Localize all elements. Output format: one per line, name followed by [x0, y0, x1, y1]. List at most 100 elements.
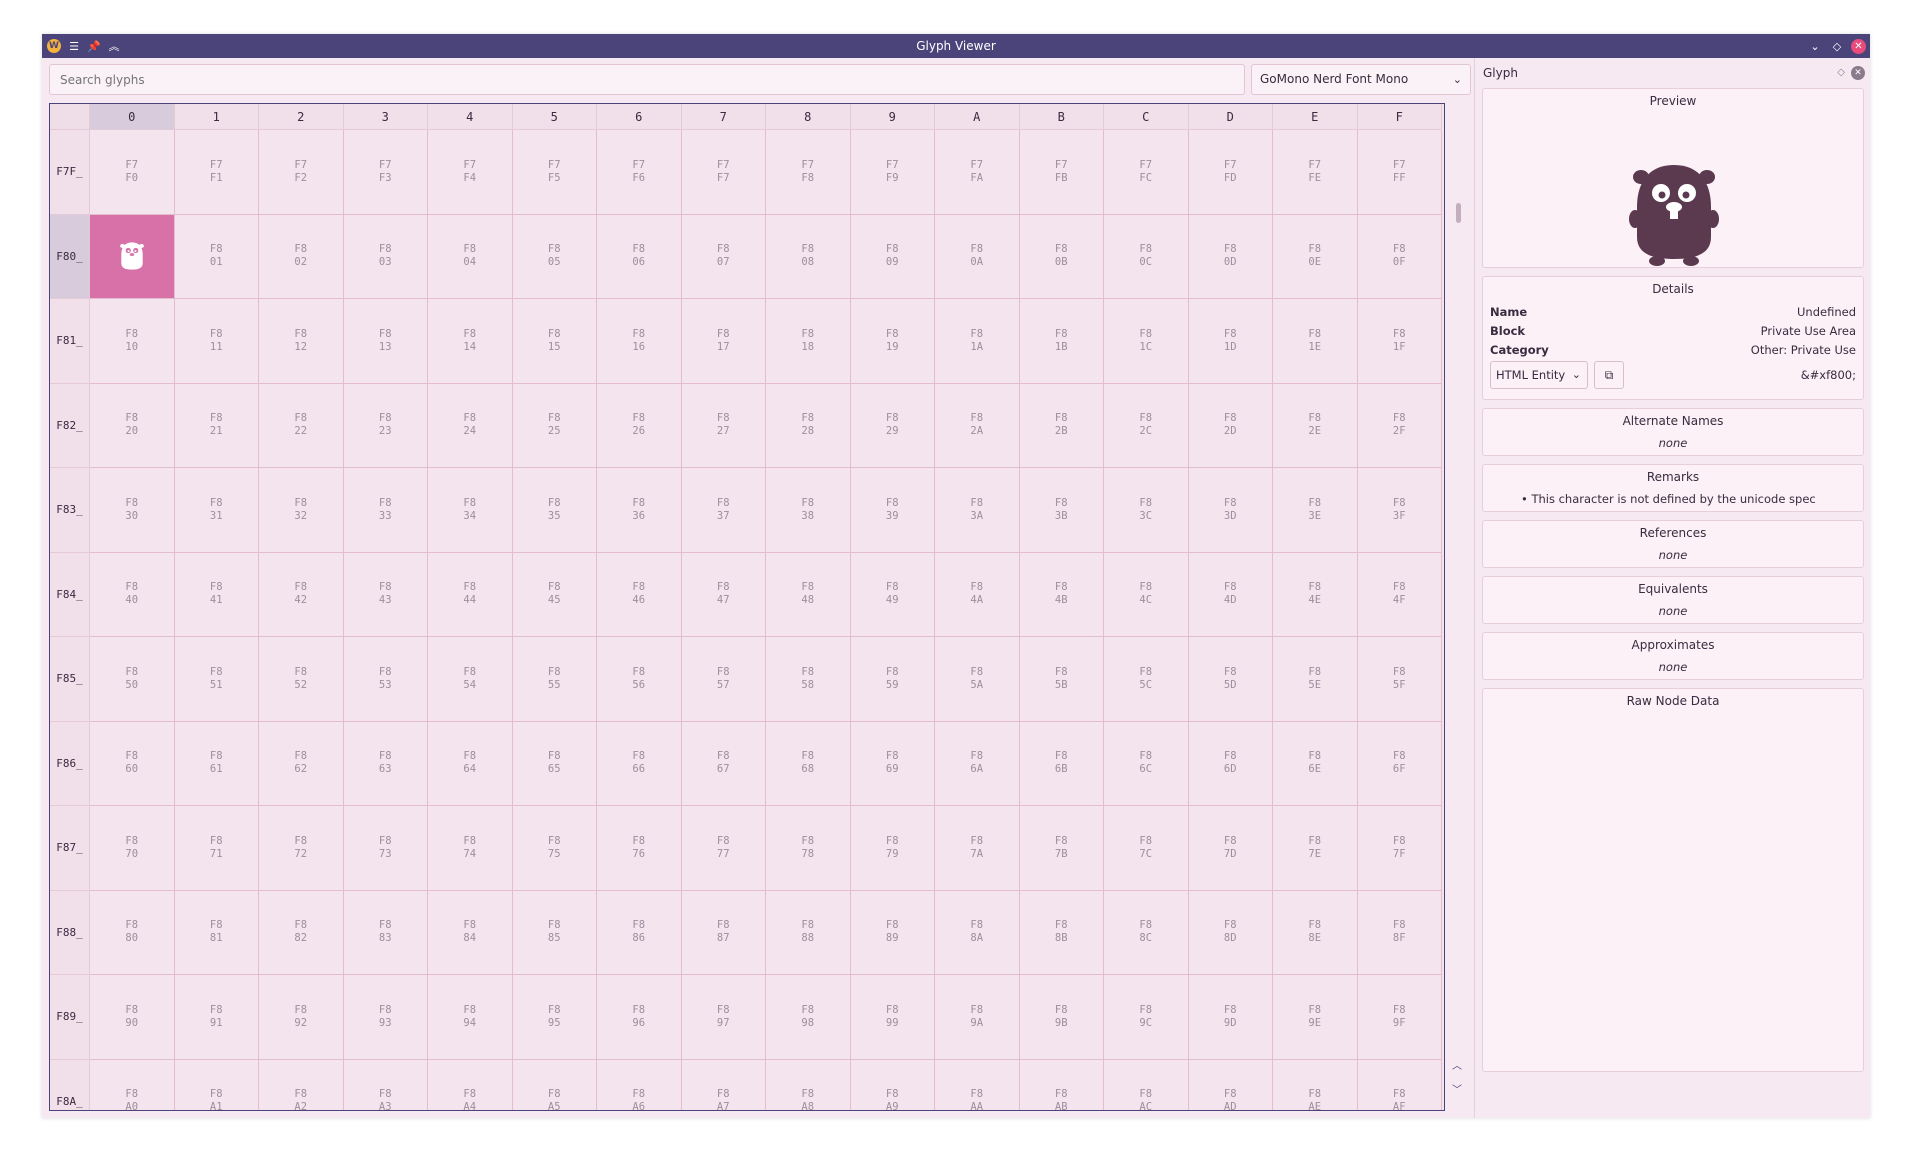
glyph-cell[interactable]: F8 78 — [766, 806, 851, 891]
glyph-cell[interactable]: F8 39 — [850, 468, 935, 553]
glyph-cell[interactable]: F8 02 — [259, 214, 344, 299]
glyph-cell[interactable]: F8 67 — [681, 721, 766, 806]
glyph-cell[interactable]: F8 42 — [259, 552, 344, 637]
glyph-cell[interactable]: F8 AB — [1019, 1059, 1104, 1110]
glyph-cell[interactable]: F8 23 — [343, 383, 428, 468]
glyph-cell[interactable]: F8 47 — [681, 552, 766, 637]
glyph-cell[interactable]: F8 1F — [1357, 299, 1442, 384]
glyph-cell[interactable]: F8 05 — [512, 214, 597, 299]
glyph-cell[interactable]: F7 F1 — [174, 130, 259, 215]
glyph-cell[interactable]: F8 A1 — [174, 1059, 259, 1110]
grid-scrollbar[interactable]: ︿ ﹀ — [1452, 103, 1464, 1111]
glyph-cell[interactable]: F8 19 — [850, 299, 935, 384]
glyph-cell[interactable]: F8 10 — [90, 299, 175, 384]
glyph-cell[interactable]: F8 22 — [259, 383, 344, 468]
glyph-cell[interactable]: F8 7A — [935, 806, 1020, 891]
glyph-cell[interactable]: F7 F3 — [343, 130, 428, 215]
glyph-cell[interactable]: F8 A4 — [428, 1059, 513, 1110]
glyph-cell[interactable]: F8 0E — [1273, 214, 1358, 299]
glyph-cell[interactable]: F8 5A — [935, 637, 1020, 722]
glyph-cell[interactable]: F8 71 — [174, 806, 259, 891]
glyph-cell[interactable]: F8 14 — [428, 299, 513, 384]
glyph-cell[interactable]: F8 40 — [90, 552, 175, 637]
glyph-cell[interactable]: F8 2D — [1188, 383, 1273, 468]
minimize-icon[interactable]: ⌄ — [1807, 38, 1823, 54]
glyph-cell[interactable]: F8 4C — [1104, 552, 1189, 637]
glyph-cell[interactable]: F8 65 — [512, 721, 597, 806]
glyph-cell[interactable]: F8 77 — [681, 806, 766, 891]
glyph-cell[interactable]: F8 25 — [512, 383, 597, 468]
glyph-cell[interactable]: F8 3D — [1188, 468, 1273, 553]
glyph-cell[interactable]: F8 A7 — [681, 1059, 766, 1110]
scrollbar-thumb[interactable] — [1456, 203, 1461, 223]
glyph-cell[interactable]: F8 9B — [1019, 975, 1104, 1060]
glyph-cell[interactable]: F8 7B — [1019, 806, 1104, 891]
glyph-cell[interactable]: F8 6A — [935, 721, 1020, 806]
glyph-cell[interactable]: F8 55 — [512, 637, 597, 722]
glyph-cell[interactable]: F7 FE — [1273, 130, 1358, 215]
glyph-cell[interactable]: F8 9D — [1188, 975, 1273, 1060]
glyph-cell[interactable]: F8 74 — [428, 806, 513, 891]
glyph-cell[interactable]: F8 8B — [1019, 890, 1104, 975]
chevron-down-icon[interactable]: ﹀ — [1452, 1081, 1462, 1096]
glyph-cell[interactable]: F8 82 — [259, 890, 344, 975]
glyph-cell[interactable]: F8 62 — [259, 721, 344, 806]
glyph-cell[interactable]: F8 81 — [174, 890, 259, 975]
glyph-cell[interactable]: F8 1E — [1273, 299, 1358, 384]
glyph-cell[interactable]: F8 0D — [1188, 214, 1273, 299]
font-select[interactable]: GoMono Nerd Font Mono ⌄ — [1251, 64, 1471, 95]
glyph-cell[interactable]: F7 F4 — [428, 130, 513, 215]
glyph-cell[interactable]: F8 69 — [850, 721, 935, 806]
glyph-cell[interactable]: F8 3C — [1104, 468, 1189, 553]
glyph-cell[interactable]: F8 3B — [1019, 468, 1104, 553]
glyph-cell[interactable]: F8 27 — [681, 383, 766, 468]
glyph-cell[interactable]: F8 28 — [766, 383, 851, 468]
glyph-cell[interactable]: F8 01 — [174, 214, 259, 299]
glyph-cell[interactable]: F8 56 — [597, 637, 682, 722]
glyph-cell[interactable]: F7 FA — [935, 130, 1020, 215]
glyph-cell[interactable]: F8 58 — [766, 637, 851, 722]
glyph-cell[interactable]: F7 FB — [1019, 130, 1104, 215]
glyph-cell[interactable]: F8 48 — [766, 552, 851, 637]
glyph-cell[interactable]: F8 36 — [597, 468, 682, 553]
glyph-cell[interactable]: F8 7D — [1188, 806, 1273, 891]
glyph-cell[interactable]: F8 4F — [1357, 552, 1442, 637]
glyph-cell[interactable]: F8 5C — [1104, 637, 1189, 722]
glyph-cell[interactable]: F8 18 — [766, 299, 851, 384]
glyph-cell[interactable]: F8 5E — [1273, 637, 1358, 722]
glyph-cell[interactable]: F8 5D — [1188, 637, 1273, 722]
glyph-cell[interactable]: F8 1B — [1019, 299, 1104, 384]
glyph-cell[interactable]: F8 54 — [428, 637, 513, 722]
glyph-cell[interactable]: F8 2E — [1273, 383, 1358, 468]
glyph-cell[interactable]: F8 2C — [1104, 383, 1189, 468]
glyph-cell[interactable]: F7 F6 — [597, 130, 682, 215]
glyph-cell[interactable]: F8 5B — [1019, 637, 1104, 722]
glyph-cell[interactable] — [90, 214, 175, 299]
glyph-cell[interactable]: F8 8E — [1273, 890, 1358, 975]
glyph-cell[interactable]: F8 A0 — [90, 1059, 175, 1110]
glyph-cell[interactable]: F8 8D — [1188, 890, 1273, 975]
glyph-cell[interactable]: F8 07 — [681, 214, 766, 299]
glyph-cell[interactable]: F8 4A — [935, 552, 1020, 637]
glyph-cell[interactable]: F8 52 — [259, 637, 344, 722]
glyph-cell[interactable]: F8 AA — [935, 1059, 1020, 1110]
glyph-cell[interactable]: F8 20 — [90, 383, 175, 468]
glyph-cell[interactable]: F8 8C — [1104, 890, 1189, 975]
glyph-cell[interactable]: F8 72 — [259, 806, 344, 891]
glyph-cell[interactable]: F8 97 — [681, 975, 766, 1060]
glyph-cell[interactable]: F8 26 — [597, 383, 682, 468]
glyph-cell[interactable]: F7 FD — [1188, 130, 1273, 215]
glyph-cell[interactable]: F8 03 — [343, 214, 428, 299]
glyph-cell[interactable]: F8 AF — [1357, 1059, 1442, 1110]
glyph-cell[interactable]: F8 44 — [428, 552, 513, 637]
glyph-cell[interactable]: F8 0B — [1019, 214, 1104, 299]
glyph-cell[interactable]: F8 8A — [935, 890, 1020, 975]
glyph-cell[interactable]: F8 88 — [766, 890, 851, 975]
glyph-cell[interactable]: F8 41 — [174, 552, 259, 637]
panel-close-icon[interactable]: ✕ — [1851, 66, 1865, 80]
glyph-cell[interactable]: F8 11 — [174, 299, 259, 384]
glyph-cell[interactable]: F8 AD — [1188, 1059, 1273, 1110]
glyph-cell[interactable]: F8 AE — [1273, 1059, 1358, 1110]
glyph-cell[interactable]: F8 A3 — [343, 1059, 428, 1110]
glyph-cell[interactable]: F8 68 — [766, 721, 851, 806]
